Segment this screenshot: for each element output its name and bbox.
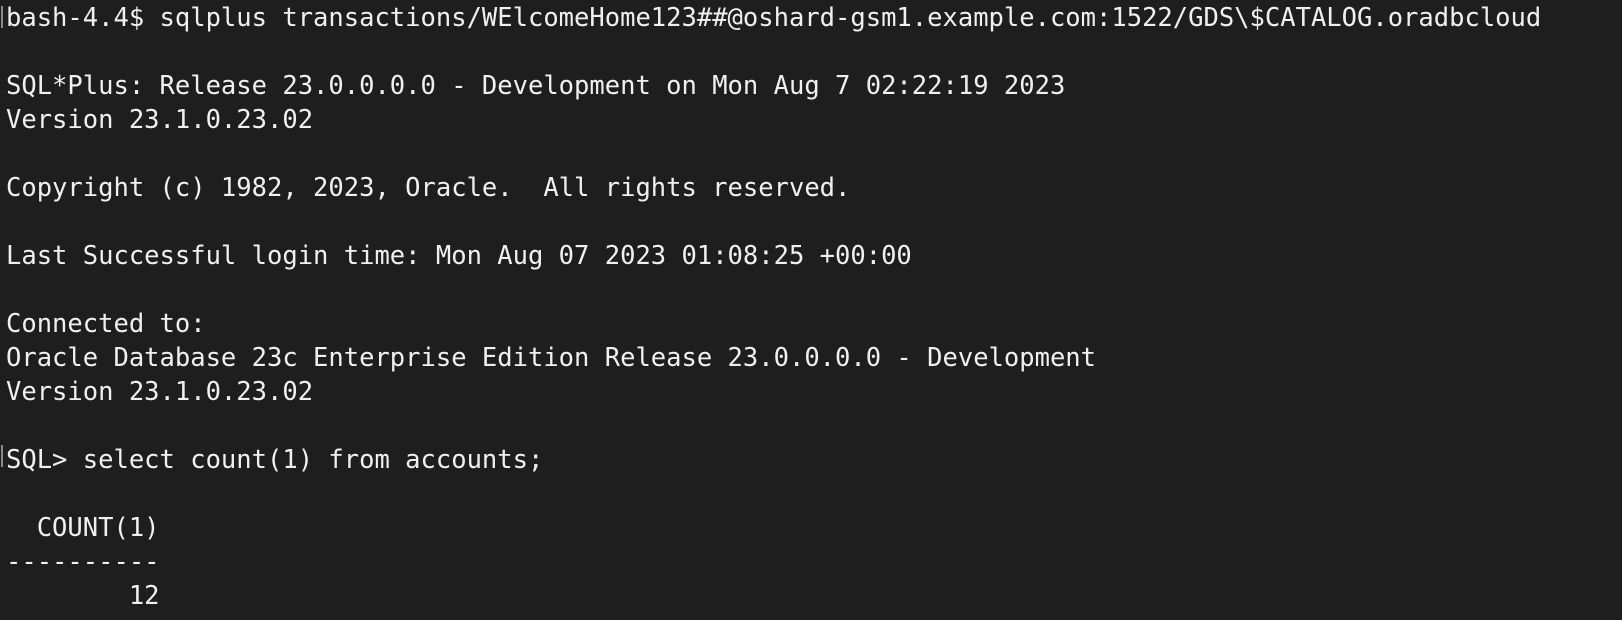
- result-value: 12: [6, 581, 160, 611]
- shell-command-line: bash-4.4$ sqlplus transactions/WElcomeHo…: [6, 3, 1542, 33]
- copyright-line: Copyright (c) 1982, 2023, Oracle. All ri…: [6, 173, 851, 203]
- sqlplus-banner-line: SQL*Plus: Release 23.0.0.0.0 - Developme…: [6, 71, 1066, 101]
- prompt-mark: [1, 6, 3, 28]
- database-edition-line: Oracle Database 23c Enterprise Edition R…: [6, 343, 1097, 373]
- terminal-output: bash-4.4$ sqlplus transactions/WElcomeHo…: [6, 1, 1622, 613]
- connected-to-line: Connected to:: [6, 309, 206, 339]
- sqlplus-version-line: Version 23.1.0.23.02: [6, 105, 314, 135]
- terminal-window[interactable]: bash-4.4$ sqlplus transactions/WElcomeHo…: [0, 0, 1622, 620]
- result-column-header: COUNT(1): [6, 513, 160, 543]
- last-login-line: Last Successful login time: Mon Aug 07 2…: [6, 241, 912, 271]
- result-separator: ----------: [6, 547, 160, 577]
- sql-query-line: SQL> select count(1) from accounts;: [6, 445, 544, 475]
- prompt-mark: [1, 445, 3, 467]
- database-version-line: Version 23.1.0.23.02: [6, 377, 314, 407]
